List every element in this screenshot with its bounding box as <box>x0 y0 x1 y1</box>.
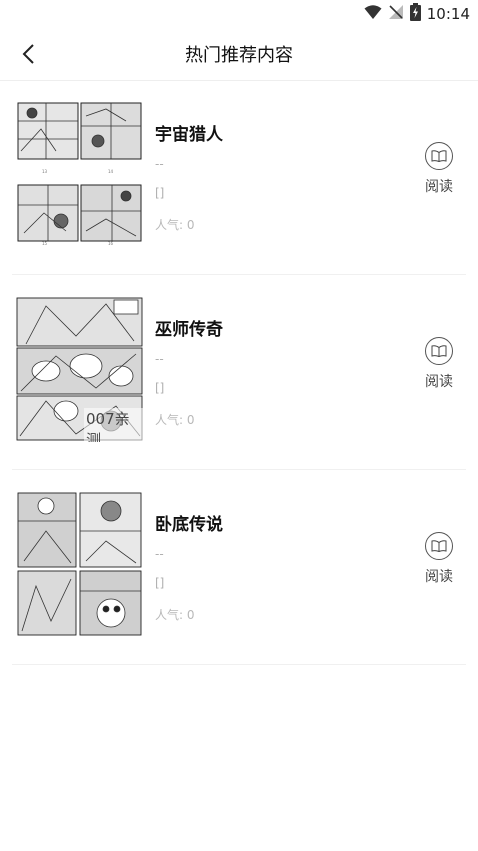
book-open-icon <box>425 337 453 365</box>
svg-text:16: 16 <box>108 241 114 246</box>
app-header: 热门推荐内容 <box>0 28 478 81</box>
read-button[interactable]: 阅读 <box>422 337 456 391</box>
comic-chapter: [] <box>155 186 165 200</box>
status-time: 10:14 <box>426 5 470 23</box>
list-item[interactable]: 13 14 15 16 宇宙猎人 -- [] 人气: 0 阅读 <box>12 80 466 275</box>
svg-text:15: 15 <box>42 241 48 246</box>
read-button[interactable]: 阅读 <box>422 532 456 586</box>
comic-title: 宇宙猎人 <box>155 125 223 145</box>
read-button[interactable]: 阅读 <box>422 142 456 196</box>
cover-image[interactable]: 13 14 15 16 <box>16 101 143 247</box>
book-open-icon <box>425 142 453 170</box>
read-label: 阅读 <box>425 179 453 195</box>
page-title: 热门推荐内容 <box>185 45 293 66</box>
popularity-count: 人气: 0 <box>155 413 195 427</box>
content-list: 13 14 15 16 宇宙猎人 -- [] 人气: 0 阅读 007亲测 巫师… <box>0 80 478 665</box>
list-item[interactable]: 卧底传说 -- [] 人气: 0 阅读 <box>12 470 466 665</box>
watermark-text: 007亲测 <box>84 408 143 442</box>
comic-title: 巫师传奇 <box>155 320 223 340</box>
wifi-icon <box>364 4 382 24</box>
svg-text:14: 14 <box>108 169 114 174</box>
battery-charging-icon <box>409 3 421 25</box>
cover-image[interactable] <box>16 491 143 637</box>
svg-text:13: 13 <box>42 169 48 174</box>
comic-author: -- <box>155 547 164 561</box>
comic-chapter: [] <box>155 381 165 395</box>
status-bar: 10:14 <box>0 0 478 28</box>
status-icons: 10:14 <box>364 3 470 25</box>
read-label: 阅读 <box>425 569 453 585</box>
comic-author: -- <box>155 157 164 171</box>
list-item[interactable]: 007亲测 巫师传奇 -- [] 人气: 0 阅读 <box>12 275 466 470</box>
comic-title: 卧底传说 <box>155 515 223 535</box>
no-signal-icon <box>388 4 404 24</box>
popularity-count: 人气: 0 <box>155 608 195 622</box>
read-label: 阅读 <box>425 374 453 390</box>
popularity-count: 人气: 0 <box>155 218 195 232</box>
book-open-icon <box>425 532 453 560</box>
cover-image[interactable]: 007亲测 <box>16 296 143 442</box>
comic-author: -- <box>155 352 164 366</box>
comic-chapter: [] <box>155 576 165 590</box>
